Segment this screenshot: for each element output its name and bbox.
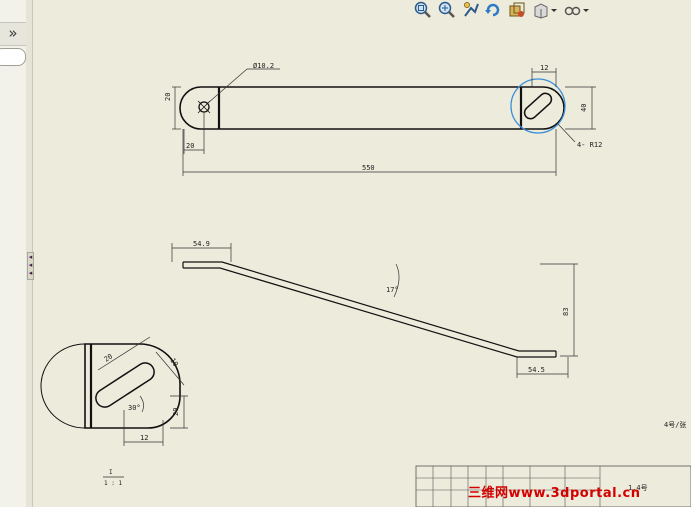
dim-detail-height[interactable]: 20 xyxy=(172,408,180,416)
dim-slot-width[interactable]: 12 xyxy=(540,64,548,72)
panel-expand-button[interactable]: » xyxy=(0,22,26,46)
dim-right-height[interactable]: 40 xyxy=(580,104,588,112)
dim-corner-radius[interactable]: 4- R12 xyxy=(577,141,602,149)
dim-detail-slot-width[interactable]: 10 xyxy=(168,357,179,368)
zoom-to-fit-icon[interactable] xyxy=(414,1,432,19)
slot-feature[interactable] xyxy=(522,91,554,121)
rotate-view-icon[interactable] xyxy=(484,1,502,19)
side-view[interactable]: 54.9 17° 83 54.5 xyxy=(171,240,578,378)
dim-overall-length[interactable]: 550 xyxy=(362,164,375,172)
scale-label-bottom: 1 : 1 xyxy=(104,480,122,487)
top-view[interactable]: 20 20 Ø10.2 12 40 4- R12 550 xyxy=(164,62,602,176)
right-note: 4号/张 xyxy=(664,420,686,429)
hide-show-items-icon[interactable] xyxy=(564,1,590,19)
mounting-hole[interactable] xyxy=(198,101,210,113)
dim-detail-slot-length[interactable]: 20 xyxy=(103,352,114,363)
double-chevron-right-icon: » xyxy=(8,24,18,42)
scale-label-top: I xyxy=(109,469,113,476)
dim-side-right-flat[interactable]: 54.5 xyxy=(528,366,545,374)
panel-tab[interactable] xyxy=(0,48,26,66)
dim-left-offset[interactable]: 20 xyxy=(186,142,194,150)
dim-side-height[interactable]: 83 xyxy=(562,308,570,316)
pan-icon[interactable] xyxy=(462,1,480,19)
display-style-icon[interactable] xyxy=(508,1,526,19)
view-orientation-icon[interactable] xyxy=(532,1,558,19)
dim-bend-angle[interactable]: 17° xyxy=(386,286,399,294)
selection-highlight xyxy=(510,78,566,134)
detail-slot[interactable] xyxy=(92,359,157,410)
dim-side-left-flat[interactable]: 54.9 xyxy=(193,240,210,248)
dim-left-height[interactable]: 20 xyxy=(164,93,172,101)
drawing-sheet[interactable]: 20 20 Ø10.2 12 40 4- R12 550 54.9 17° 83… xyxy=(0,0,691,507)
dim-hole-diameter[interactable]: Ø10.2 xyxy=(253,62,274,70)
zoom-to-area-icon[interactable] xyxy=(438,1,456,19)
watermark: 三维网www.3dportal.cn xyxy=(468,486,641,501)
detail-view[interactable]: 20 10 30° 20 12 xyxy=(40,336,188,446)
feature-manager-panel: » xyxy=(0,0,27,507)
dim-detail-width[interactable]: 12 xyxy=(140,434,148,442)
dim-detail-angle[interactable]: 30° xyxy=(128,404,141,412)
splitter-grip-icon[interactable]: ◂ ◂ ◂ xyxy=(27,252,34,280)
